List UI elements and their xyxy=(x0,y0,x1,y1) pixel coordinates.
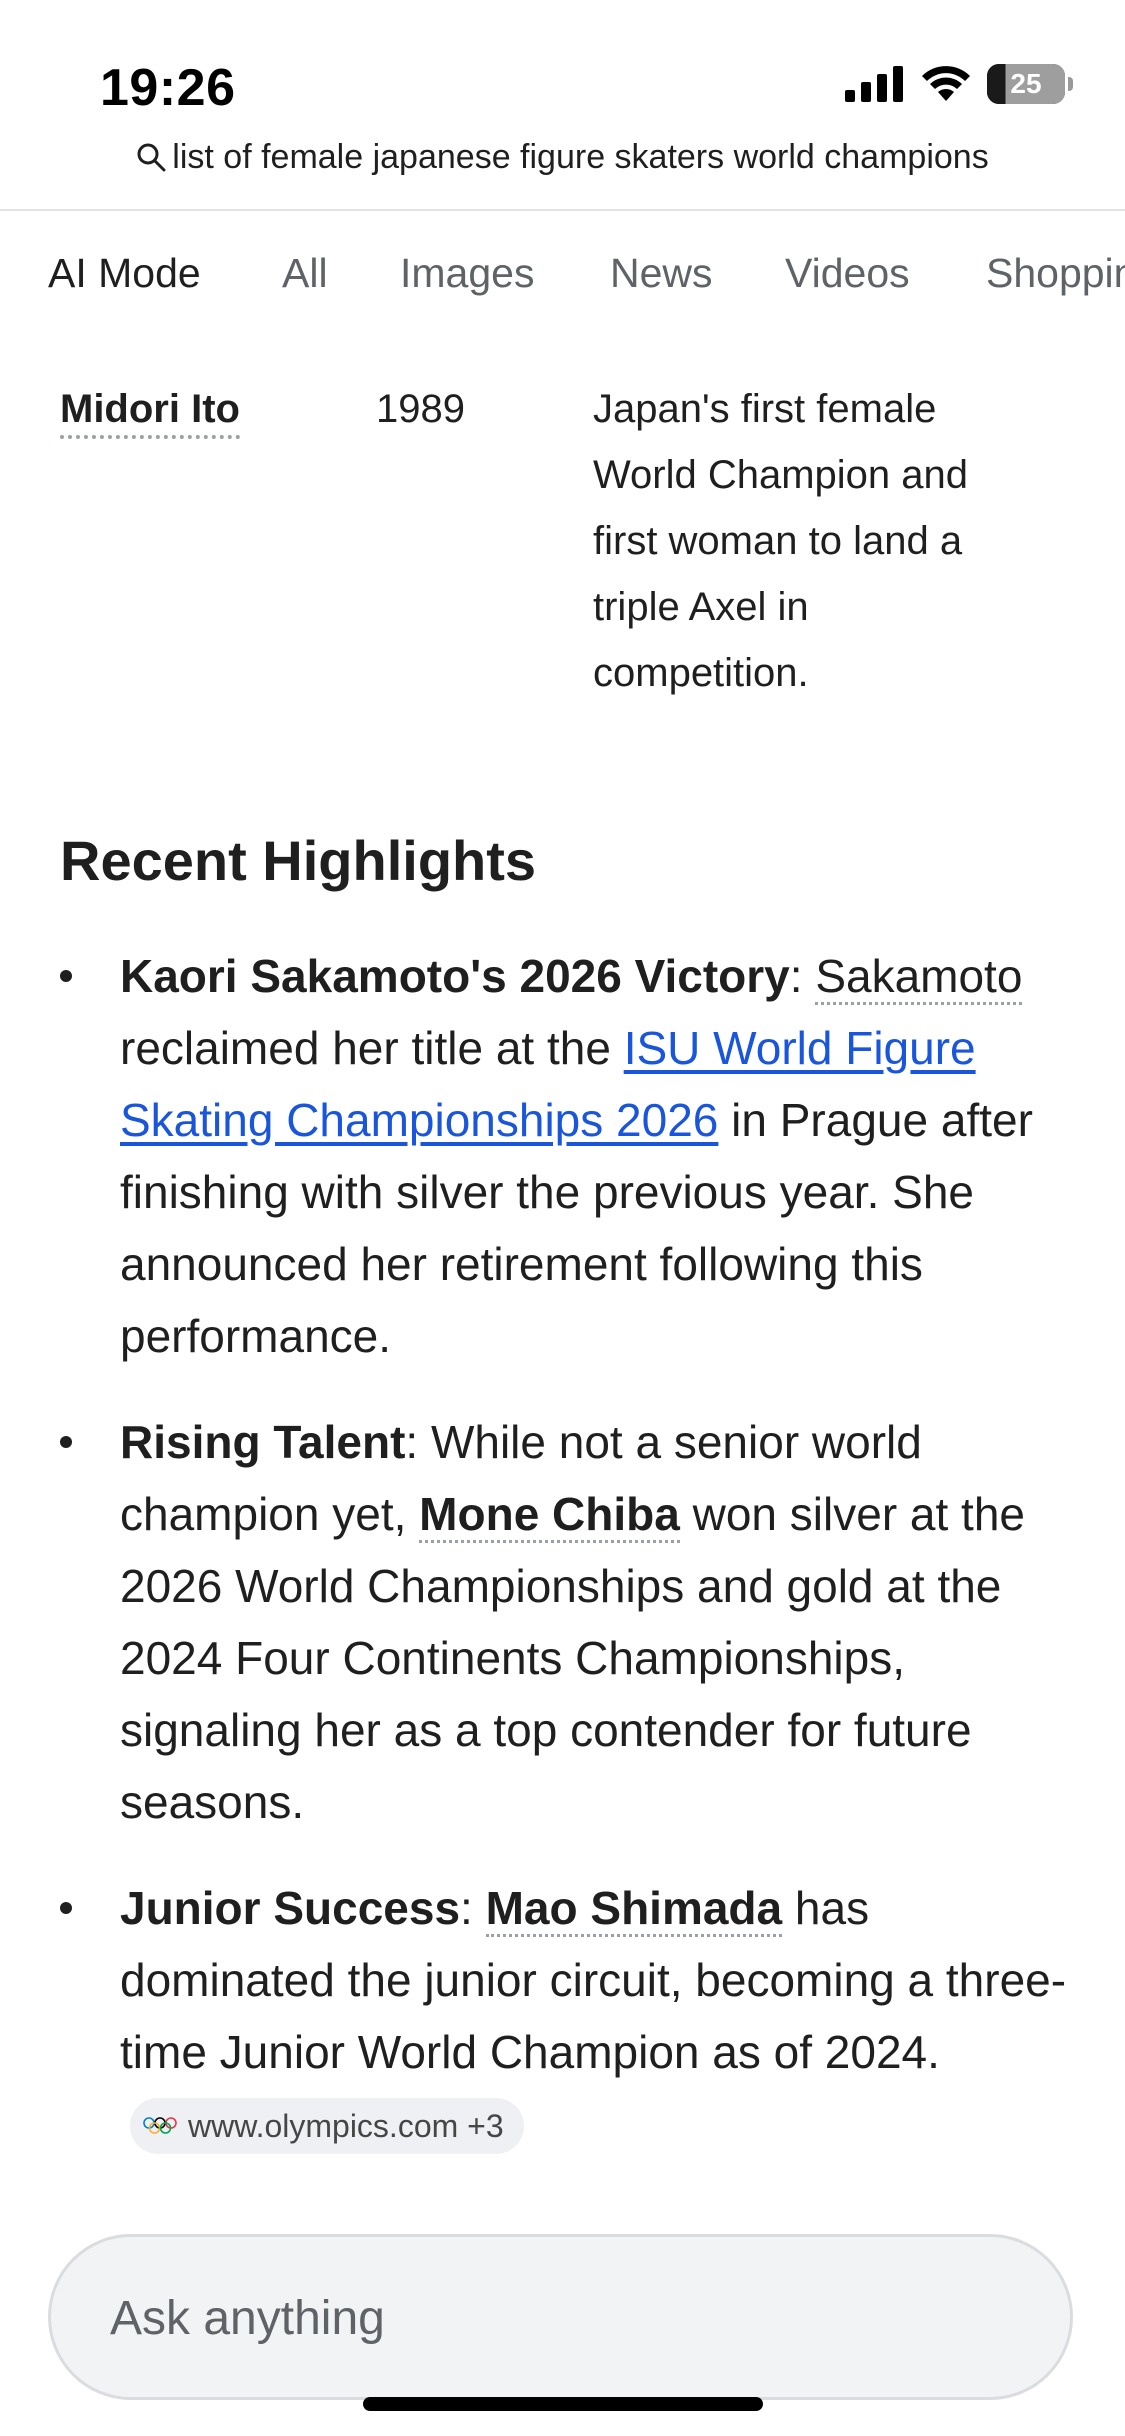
search-tabs: AI Mode All Images News Videos Shoppin xyxy=(0,250,1125,310)
highlights-list: Kaori Sakamoto's 2026 Victory: Sakamoto … xyxy=(60,940,1070,2194)
source-label: www.olympics.com +3 xyxy=(188,2108,504,2144)
tab-shopping[interactable]: Shoppin xyxy=(986,250,1125,297)
highlight-title: Junior Success xyxy=(120,1882,461,1934)
highlight-title: Rising Talent xyxy=(120,1416,406,1468)
cellular-signal-icon xyxy=(845,66,903,102)
battery-level: 25 xyxy=(1010,68,1042,99)
search-icon xyxy=(137,143,166,172)
tab-videos[interactable]: Videos xyxy=(785,250,910,297)
section-heading: Recent Highlights xyxy=(60,829,537,892)
tab-all[interactable]: All xyxy=(282,250,328,297)
skater-name-link[interactable]: Midori Ito xyxy=(60,385,240,439)
status-bar: 19:26 25 xyxy=(0,0,1125,130)
skater-note: Japan's first female World Champion and … xyxy=(593,387,969,695)
ask-bar xyxy=(48,2234,1073,2400)
battery-icon: 25 xyxy=(987,64,1073,104)
wifi-icon xyxy=(922,66,970,101)
status-time: 19:26 xyxy=(100,59,236,117)
source-chip[interactable]: www.olympics.com +3 xyxy=(130,2098,524,2154)
bullet-dot xyxy=(60,1436,72,1448)
champion-year: 1989 xyxy=(376,387,465,431)
search-query: list of female japanese figure skaters w… xyxy=(172,138,989,176)
bullet-dot xyxy=(60,1902,72,1914)
home-indicator xyxy=(363,2397,763,2411)
highlight-title: Kaori Sakamoto's 2026 Victory xyxy=(120,950,790,1002)
entity-sakamoto[interactable]: Sakamoto xyxy=(815,950,1023,1005)
bullet-dot xyxy=(60,970,72,982)
ask-input[interactable] xyxy=(108,2287,1012,2349)
list-item: Junior Success: Mao Shimada has dominate… xyxy=(60,1872,1070,2160)
entity-mao-shimada[interactable]: Mao Shimada xyxy=(485,1882,783,1937)
list-item: Kaori Sakamoto's 2026 Victory: Sakamoto … xyxy=(60,940,1070,1372)
status-icons: 25 xyxy=(845,64,1073,104)
tab-images[interactable]: Images xyxy=(400,250,534,297)
tab-ai-mode[interactable]: AI Mode xyxy=(48,250,201,297)
olympic-rings-icon xyxy=(143,2117,177,2134)
header-divider xyxy=(0,209,1125,211)
entity-mone-chiba[interactable]: Mone Chiba xyxy=(419,1488,680,1543)
address-bar[interactable]: list of female japanese figure skaters w… xyxy=(0,138,1125,177)
tab-news[interactable]: News xyxy=(610,250,713,297)
list-item: Rising Talent: While not a senior world … xyxy=(60,1406,1070,1838)
